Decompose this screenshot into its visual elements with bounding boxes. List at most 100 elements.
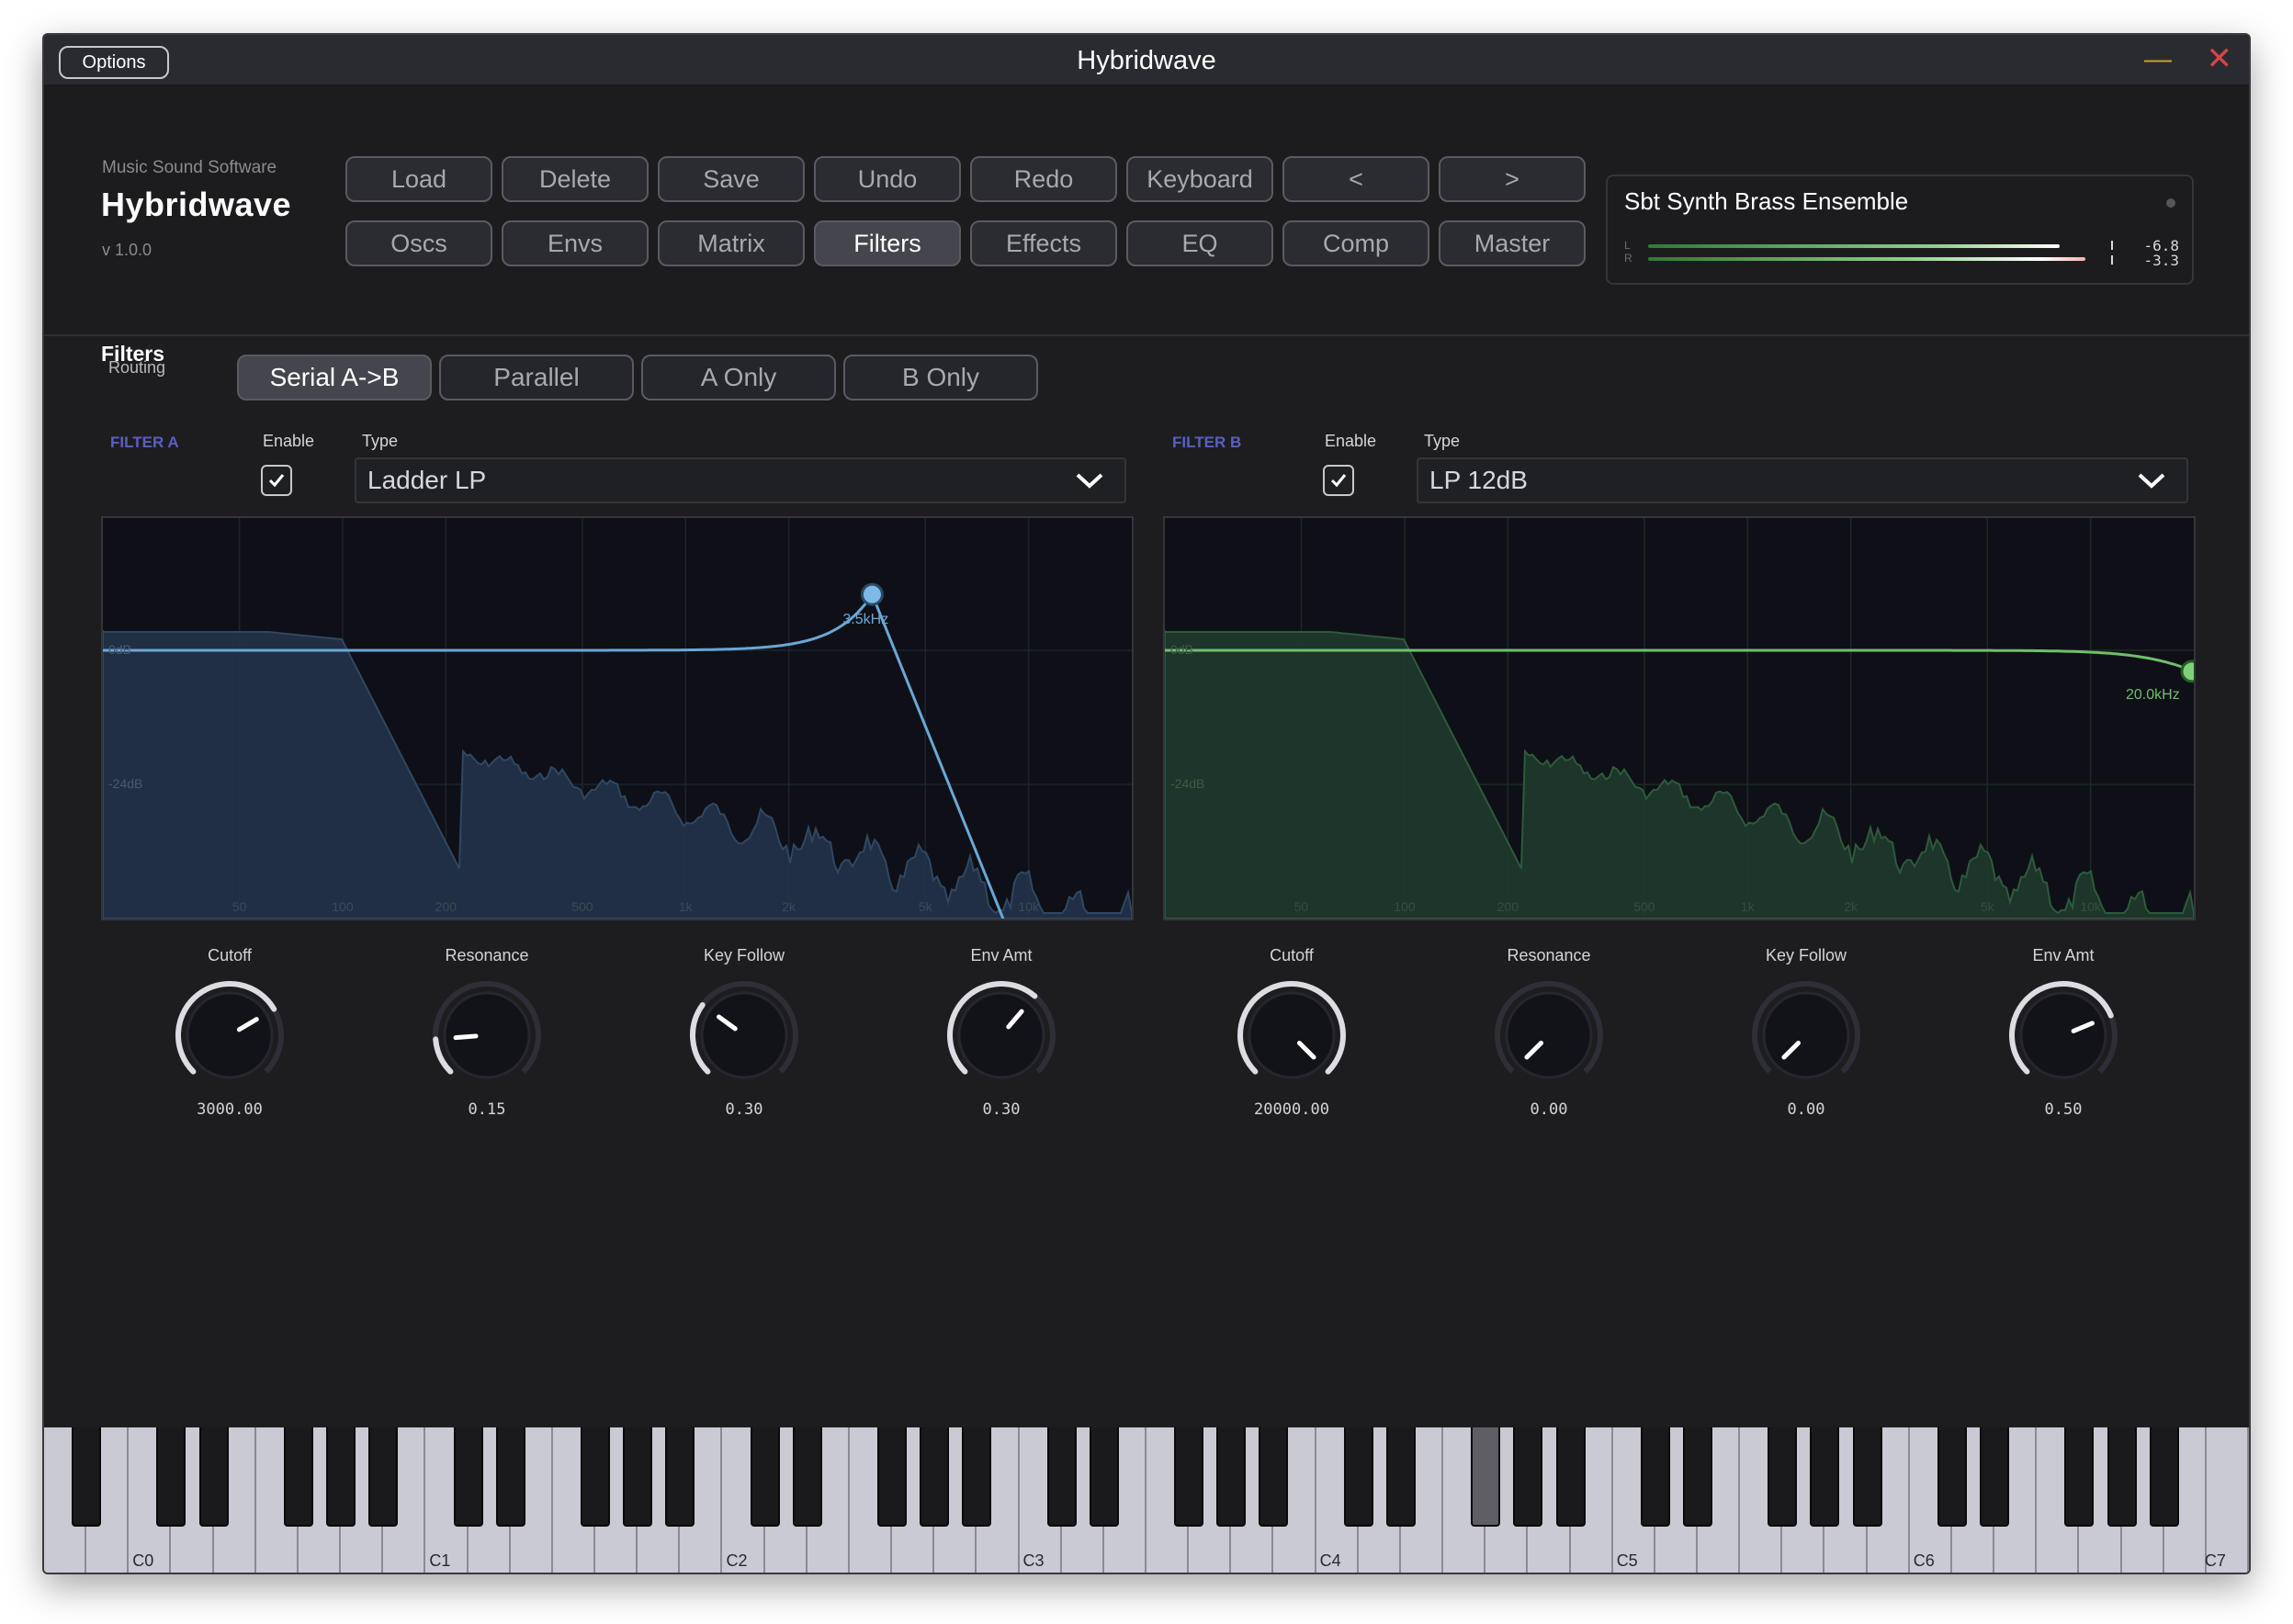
minimize-button[interactable]: — [2144, 44, 2172, 75]
redo-button[interactable]: Redo [970, 156, 1117, 202]
black-key[interactable] [1259, 1427, 1289, 1527]
black-key[interactable] [665, 1427, 695, 1527]
frequency-tick-label: 200 [1497, 899, 1519, 914]
black-key[interactable] [1852, 1427, 1882, 1527]
octave-label: C0 [132, 1551, 154, 1570]
black-key[interactable] [1046, 1427, 1077, 1527]
black-key[interactable] [1683, 1427, 1712, 1527]
filter-a-enable-checkbox[interactable] [261, 465, 292, 496]
undo-button[interactable]: Undo [814, 156, 961, 202]
filter-b-response-graph[interactable]: 20.0kHz 0dB -24dB 50 100 200 500 1k 2k 5k 10k [1163, 516, 2196, 920]
routing-b-only-button[interactable]: B Only [843, 355, 1038, 400]
black-key[interactable] [283, 1427, 313, 1527]
filter-a-type-select[interactable]: Ladder LP [355, 457, 1126, 503]
black-key[interactable] [1471, 1427, 1501, 1527]
filter-a-response-graph[interactable]: 3.5kHz 0dB -24dB 50 100 200 500 1k 2k 5k 10k [101, 516, 1134, 920]
black-key[interactable] [1174, 1427, 1204, 1527]
black-key[interactable] [1216, 1427, 1247, 1527]
piano-keyboard[interactable]: C0 C1 C2 C3 C4 C5 C6 C7 [44, 1427, 2249, 1573]
routing-serial-button[interactable]: Serial A->B [237, 355, 432, 400]
header: Music Sound Software Hybridwave v 1.0.0 … [44, 86, 2249, 366]
meter-right-bar [1648, 257, 2085, 261]
tab-filters[interactable]: Filters [814, 220, 961, 266]
black-key[interactable] [1555, 1427, 1586, 1527]
filter-a-key-follow-knob[interactable] [684, 976, 804, 1095]
meter-left-label: L [1624, 239, 1631, 252]
black-key[interactable] [1343, 1427, 1373, 1527]
filter-a-cutoff-handle[interactable] [860, 582, 884, 606]
tab-master[interactable]: Master [1439, 220, 1586, 266]
load-button[interactable]: Load [345, 156, 492, 202]
black-key[interactable] [1640, 1427, 1670, 1527]
routing-parallel-button[interactable]: Parallel [439, 355, 634, 400]
black-key[interactable] [920, 1427, 950, 1527]
filter-a-resonance-knob[interactable] [427, 976, 547, 1095]
black-key[interactable] [198, 1427, 229, 1527]
routing-a-only-button[interactable]: A Only [641, 355, 836, 400]
black-key[interactable] [156, 1427, 186, 1527]
filter-b-key-follow-label: Key Follow [1765, 946, 1847, 964]
black-key[interactable] [750, 1427, 780, 1527]
frequency-tick-label: 2k [782, 899, 796, 914]
brand-logo: Hybridwave [101, 186, 292, 223]
black-key[interactable] [2107, 1427, 2137, 1527]
meter-right-value: -3.3 [2143, 252, 2179, 269]
black-key[interactable] [326, 1427, 356, 1527]
filter-a-cutoff-knob[interactable] [170, 976, 289, 1095]
filter-b-cutoff-handle[interactable] [2180, 660, 2194, 683]
black-key[interactable] [495, 1427, 525, 1527]
tab-envs[interactable]: Envs [502, 220, 649, 266]
save-button[interactable]: Save [658, 156, 805, 202]
filter-a-curve-plot: 3.5kHz 0dB -24dB 50 100 200 500 1k 2k 5k 10k [103, 518, 1132, 919]
black-key[interactable] [792, 1427, 822, 1527]
preset-display[interactable]: Sbt Synth Brass Ensemble L R -6.8 -3.3 [1606, 175, 2194, 285]
black-key[interactable] [1089, 1427, 1119, 1527]
filter-a-marker-label: 3.5kHz [842, 612, 888, 627]
black-key[interactable] [1810, 1427, 1840, 1527]
tab-oscs[interactable]: Oscs [345, 220, 492, 266]
tab-effects[interactable]: Effects [970, 220, 1117, 266]
filter-b-key-follow-value: 0.00 [1787, 1100, 1825, 1119]
filter-b-cutoff-knob[interactable] [1232, 976, 1351, 1095]
black-key[interactable] [72, 1427, 102, 1527]
octave-label: C5 [1616, 1551, 1638, 1570]
filter-b-type-select[interactable]: LP 12dB [1417, 457, 2188, 503]
black-key[interactable] [1513, 1427, 1543, 1527]
octave-label: C3 [1022, 1551, 1045, 1570]
filter-b-env-amt-knob[interactable] [2004, 976, 2123, 1095]
black-key[interactable] [877, 1427, 908, 1527]
close-button[interactable]: ✕ [2207, 40, 2233, 77]
previous-preset-button[interactable]: < [1282, 156, 1429, 202]
filter-b-type-value: LP 12dB [1429, 466, 1528, 494]
tab-matrix[interactable]: Matrix [658, 220, 805, 266]
black-key[interactable] [1937, 1427, 1967, 1527]
black-key[interactable] [1980, 1427, 2010, 1527]
black-key[interactable] [1385, 1427, 1416, 1527]
filter-b-key-follow-knob[interactable] [1746, 976, 1866, 1095]
filter-a-db-label: -24dB [108, 776, 142, 791]
tab-eq[interactable]: EQ [1126, 220, 1273, 266]
frequency-tick-label: 10k [2080, 899, 2102, 914]
black-key[interactable] [581, 1427, 610, 1527]
filter-b-enable-checkbox[interactable] [1323, 465, 1354, 496]
filter-b-resonance-label: Resonance [1507, 946, 1591, 964]
black-key[interactable] [962, 1427, 992, 1527]
routing-label: Routing [108, 358, 166, 377]
keyboard-button[interactable]: Keyboard [1126, 156, 1273, 202]
black-key[interactable] [2064, 1427, 2095, 1527]
delete-button[interactable]: Delete [502, 156, 649, 202]
filter-a-env-amt-label: Env Amt [970, 946, 1033, 964]
black-key[interactable] [623, 1427, 653, 1527]
frequency-tick-label: 50 [1294, 899, 1309, 914]
chevron-down-icon [1076, 473, 1103, 489]
black-key[interactable] [453, 1427, 483, 1527]
black-key[interactable] [368, 1427, 399, 1527]
tab-comp[interactable]: Comp [1282, 220, 1429, 266]
next-preset-button[interactable]: > [1439, 156, 1586, 202]
octave-label: C7 [2204, 1551, 2226, 1570]
black-key[interactable] [2149, 1427, 2179, 1527]
filter-b-resonance-knob[interactable] [1489, 976, 1609, 1095]
black-key[interactable] [1768, 1427, 1798, 1527]
filter-a-env-amt-knob[interactable] [942, 976, 1061, 1095]
frequency-tick-label: 500 [571, 899, 593, 914]
